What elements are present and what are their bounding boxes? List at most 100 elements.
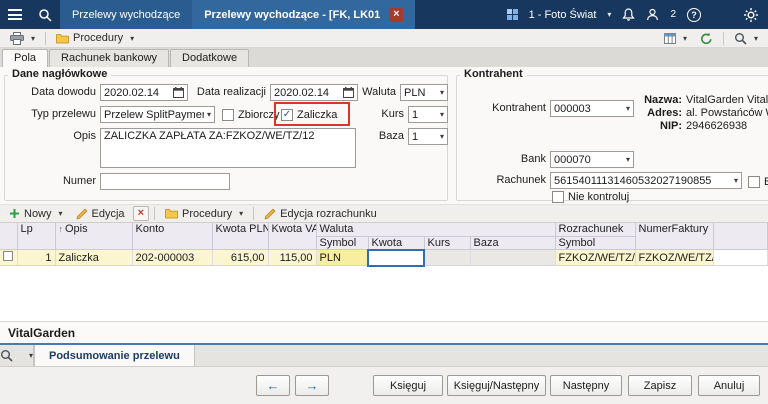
col-waluta-symbol[interactable]: Symbol bbox=[316, 236, 368, 250]
chevron-down-icon[interactable] bbox=[623, 155, 630, 164]
col-waluta-baza[interactable]: Baza bbox=[470, 236, 555, 250]
typ-przelewu-select[interactable]: Przelew SplitPayment bbox=[100, 106, 215, 123]
folder-icon bbox=[165, 208, 178, 219]
cell-konto[interactable]: 202-000003 bbox=[132, 250, 212, 266]
cell-numer-faktury[interactable]: FZKOZ/WE/TZ/12 bbox=[635, 250, 713, 266]
row-select-cell[interactable] bbox=[0, 250, 17, 266]
nazwa-value: VitalGarden VitalGarden bbox=[686, 94, 768, 106]
cell-rozrachunek-symbol[interactable]: FZKOZ/WE/TZ/12 bbox=[555, 250, 635, 266]
delete-icon bbox=[138, 208, 144, 219]
col-konto[interactable]: Konto bbox=[132, 223, 212, 250]
refresh-button[interactable] bbox=[695, 30, 718, 47]
label-kurs: Kurs bbox=[360, 106, 404, 123]
col-opis[interactable]: ↑Opis bbox=[55, 223, 132, 250]
close-tab-icon[interactable] bbox=[389, 8, 403, 22]
chevron-down-icon[interactable] bbox=[204, 110, 211, 119]
bank-select[interactable]: 000070 bbox=[550, 151, 634, 168]
cell-symbol[interactable]: PLN bbox=[316, 250, 368, 266]
menu-button[interactable] bbox=[0, 0, 30, 29]
opis-value: ZALICZKA ZAPŁATA ZA:FZKOZ/WE/TZ/12 bbox=[104, 130, 314, 142]
row-checkbox-icon[interactable] bbox=[3, 251, 13, 261]
kontrahent-name-text: VitalGarden bbox=[8, 326, 75, 340]
zapisz-button[interactable]: Zapisz bbox=[628, 375, 692, 396]
tab-rachunek-bankowy[interactable]: Rachunek bankowy bbox=[49, 49, 169, 67]
col-waluta-kurs[interactable]: Kurs bbox=[424, 236, 470, 250]
tab-podsumowanie-label: Podsumowanie przelewu bbox=[49, 350, 180, 362]
user-icon[interactable] bbox=[646, 8, 659, 21]
window-tab-przelewy[interactable]: Przelewy wychodzące bbox=[60, 0, 192, 29]
chevron-down-icon[interactable] bbox=[437, 88, 444, 97]
col-rozrachunek-group[interactable]: Rozrachunek bbox=[555, 223, 635, 236]
ksieguj-nastepny-button[interactable]: Księguj/Następny bbox=[447, 375, 546, 396]
search-tools-button[interactable] bbox=[729, 30, 763, 47]
tab-podsumowanie-przelewu[interactable]: Podsumowanie przelewu bbox=[34, 345, 195, 366]
baza-select[interactable]: 1 bbox=[408, 128, 448, 145]
summary-search-button[interactable] bbox=[0, 345, 34, 366]
col-waluta-kwota[interactable]: Kwota bbox=[368, 236, 424, 250]
global-search-button[interactable] bbox=[30, 0, 60, 29]
cell-baza[interactable] bbox=[470, 250, 555, 266]
nastepny-button[interactable]: Następny bbox=[550, 375, 622, 396]
col-opis-label: Opis bbox=[65, 223, 88, 235]
cell-kwota-selected[interactable] bbox=[368, 250, 424, 266]
company-selector[interactable]: 1 - Foto Świat bbox=[529, 9, 597, 21]
biala-lista-checkbox[interactable]: Biała bbox=[748, 174, 768, 189]
col-numer-faktury[interactable]: NumerFaktury bbox=[635, 223, 713, 250]
cell-kwota-vat[interactable]: 115,00 bbox=[268, 250, 316, 266]
cell-lp[interactable]: 1 bbox=[17, 250, 55, 266]
nie-kontroluj-checkbox[interactable]: Nie kontroluj bbox=[552, 189, 629, 204]
data-dowodu-field[interactable]: 2020.02.14 bbox=[100, 84, 188, 101]
tab-pola[interactable]: Pola bbox=[2, 49, 48, 67]
edycja-button[interactable]: Edycja bbox=[71, 206, 130, 222]
settings-button[interactable] bbox=[744, 8, 758, 22]
kurs-select[interactable]: 1 bbox=[408, 106, 448, 123]
rachunek-select[interactable]: 56154011131460532027190855 bbox=[550, 172, 742, 189]
kurs-value: 1 bbox=[412, 109, 418, 121]
cell-kurs[interactable] bbox=[424, 250, 470, 266]
label-nip: NIP: bbox=[612, 120, 682, 132]
columns-button[interactable] bbox=[659, 31, 692, 46]
edycja-rozrachunku-button[interactable]: Edycja rozrachunku bbox=[259, 206, 382, 222]
next-record-button[interactable]: → bbox=[295, 375, 329, 396]
chevron-down-icon[interactable] bbox=[607, 10, 611, 19]
opis-textarea[interactable]: ZALICZKA ZAPŁATA ZA:FZKOZ/WE/TZ/12 bbox=[100, 128, 356, 168]
calendar-icon[interactable] bbox=[171, 87, 184, 98]
col-waluta-group[interactable]: Waluta bbox=[316, 223, 555, 236]
chevron-down-icon[interactable] bbox=[731, 176, 738, 185]
nowy-button[interactable]: Nowy bbox=[4, 206, 68, 222]
bell-icon[interactable] bbox=[622, 8, 635, 22]
grid-procedury-button[interactable]: Procedury bbox=[160, 206, 248, 222]
procedury-button[interactable]: Procedury bbox=[51, 30, 139, 46]
app-grid-icon[interactable] bbox=[507, 9, 518, 20]
help-icon[interactable] bbox=[687, 8, 701, 22]
numer-field[interactable] bbox=[100, 173, 230, 190]
tab-dodatkowe[interactable]: Dodatkowe bbox=[170, 49, 249, 67]
col-kwota-pln[interactable]: Kwota PLN bbox=[212, 223, 268, 250]
plus-icon bbox=[9, 208, 20, 219]
col-kwota-vat[interactable]: Kwota VAT bbox=[268, 223, 316, 250]
col-filler bbox=[713, 223, 767, 250]
anuluj-button[interactable]: Anuluj bbox=[698, 375, 760, 396]
col-rozrachunek-symbol[interactable]: Symbol bbox=[555, 236, 635, 250]
zbiorczy-checkbox[interactable]: Zbiorczy bbox=[222, 107, 280, 122]
ksieguj-button[interactable]: Księguj bbox=[373, 375, 443, 396]
table-row[interactable]: 1 Zaliczka 202-000003 615,00 115,00 PLN … bbox=[0, 250, 768, 266]
chevron-down-icon bbox=[28, 34, 35, 43]
col-lp[interactable]: Lp bbox=[17, 223, 55, 250]
chevron-down-icon[interactable] bbox=[437, 132, 444, 141]
waluta-select[interactable]: PLN bbox=[400, 84, 448, 101]
window-tab-przelewy-active[interactable]: Przelewy wychodzące - [FK, LK01 bbox=[192, 0, 415, 29]
topbar-right: 1 - Foto Świat 2 bbox=[507, 0, 768, 29]
col-select[interactable] bbox=[0, 223, 17, 250]
cell-kwota-pln[interactable]: 615,00 bbox=[212, 250, 268, 266]
cell-opis[interactable]: Zaliczka bbox=[55, 250, 132, 266]
label-waluta: Waluta bbox=[352, 84, 396, 101]
chevron-down-icon[interactable] bbox=[437, 110, 444, 119]
usun-button[interactable] bbox=[133, 206, 149, 221]
label-kontrahent: Kontrahent bbox=[468, 100, 546, 117]
previous-record-button[interactable]: ← bbox=[256, 375, 290, 396]
data-realizacji-field[interactable]: 2020.02.14 bbox=[270, 84, 358, 101]
print-button[interactable] bbox=[5, 30, 40, 47]
label-numer: Numer bbox=[8, 173, 96, 190]
procedury-label: Procedury bbox=[73, 32, 123, 44]
